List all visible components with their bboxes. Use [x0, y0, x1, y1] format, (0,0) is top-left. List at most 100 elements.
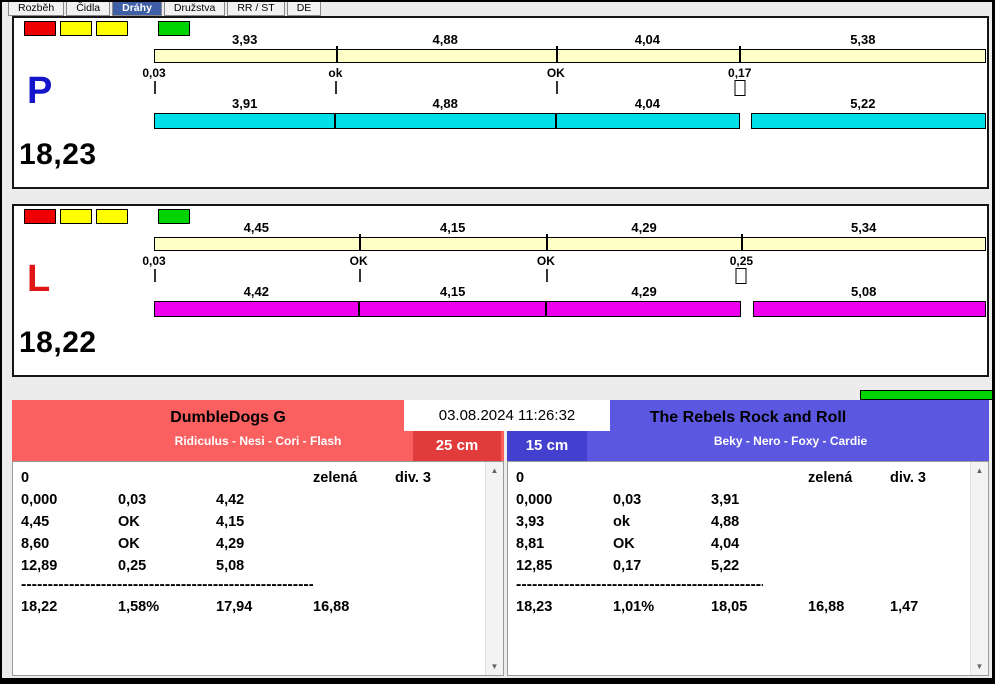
table-row: 8,60 OK 4,29: [21, 533, 483, 555]
split-time: 4,45: [243, 220, 269, 235]
table-cell: 18,22: [21, 599, 58, 615]
table-cell: 4,88: [711, 514, 740, 530]
totals-row: 18,22 1,58% 17,94 16,88: [21, 596, 483, 618]
tab-rr-st[interactable]: RR / ST: [227, 2, 285, 16]
yellow-light-icon: [60, 209, 92, 224]
app-window: Rozběh Čidla Dráhy Družstva RR / ST DE P…: [0, 0, 995, 684]
table-cell: div. 3: [890, 470, 926, 486]
dog-time: 3,91: [232, 96, 258, 111]
split-time: 4,88: [432, 32, 458, 47]
tab-de[interactable]: DE: [286, 2, 322, 16]
scroll-up-icon[interactable]: ▲: [486, 462, 503, 479]
table-cell: 0,03: [613, 492, 642, 508]
vertical-scrollbar[interactable]: ▲ ▼: [485, 462, 503, 675]
table-cell: 0,000: [21, 492, 58, 508]
table-cell: 16,88: [313, 599, 350, 615]
change-label: 0,03: [142, 66, 166, 80]
split-time: 4,04: [634, 32, 661, 47]
lane-letter: L: [27, 258, 51, 300]
red-light-icon: [24, 209, 56, 224]
scroll-down-icon[interactable]: ▼: [486, 658, 503, 675]
table-row: 12,89 0,25 5,08: [21, 555, 483, 577]
change-labels-row: 0,03 ok OK 0,17: [142, 66, 986, 80]
lane-panel-p: P 18,23 3,93 4,88 4,04 5,38 0,03 ok OK 0…: [12, 16, 989, 189]
tab-drahy[interactable]: Dráhy: [112, 2, 162, 16]
divider-line: ----------------------------------------…: [516, 577, 763, 592]
table-cell: 0,17: [613, 558, 642, 574]
table-cell: 0: [21, 470, 30, 486]
table-cell: 0: [516, 470, 525, 486]
split-time: 5,38: [850, 32, 876, 47]
table-row: 0,000 0,03 3,91: [516, 489, 968, 511]
marker-box: [734, 80, 746, 96]
table-cell: [395, 489, 483, 511]
table-cell: div. 3: [395, 470, 431, 486]
dog-time: 5,22: [850, 96, 876, 111]
team-panel-right: The Rebels Rock and Roll Beky - Nero - F…: [507, 400, 989, 676]
yellow-light-icon: [96, 209, 128, 224]
table-cell: [395, 555, 483, 577]
table-cell: [808, 511, 890, 533]
table-row: 0,000 0,03 4,42: [21, 489, 483, 511]
tab-druzstva[interactable]: Družstva: [163, 2, 226, 16]
split-time: 5,34: [851, 220, 877, 235]
results-list[interactable]: 0 zelená div. 3 0,000 0,03 3,91 3,93 ok …: [507, 461, 989, 676]
totals-row: 18,23 1,01% 18,05 16,88 1,47: [516, 596, 968, 618]
scroll-up-icon[interactable]: ▲: [971, 462, 988, 479]
tab-cidla[interactable]: Čidla: [66, 2, 111, 16]
table-cell: OK: [118, 536, 140, 552]
table-cell: 0,000: [516, 492, 553, 508]
table-cell: [890, 533, 968, 555]
tick-mark: [335, 81, 338, 94]
table-cell: 5,22: [711, 558, 740, 574]
split-time: 4,15: [440, 220, 466, 235]
table-row: 12,85 0,17 5,22: [516, 555, 968, 577]
tab-strip: Rozběh Čidla Dráhy Družstva RR / ST DE: [8, 2, 322, 16]
table-cell: 1,58%: [118, 599, 160, 615]
table-cell: [613, 467, 711, 489]
table-cell: [808, 555, 890, 577]
lane-progress-bar: [154, 113, 986, 129]
table-cell: 4,29: [216, 536, 245, 552]
results-list[interactable]: 0 zelená div. 3 0,000 0,03 4,42 4,45 OK …: [12, 461, 504, 676]
table-cell: [313, 555, 395, 577]
race-datetime: 03.08.2024 11:26:32: [404, 400, 610, 431]
table-cell: [313, 489, 395, 511]
lane-panel-l: L 18,22 4,45 4,15 4,29 5,34 0,03 OK OK 0…: [12, 204, 989, 377]
change-label: OK: [536, 254, 555, 268]
table-cell: 17,94: [216, 599, 253, 615]
segment-scale-bar: [154, 234, 986, 251]
table-row: 8,81 OK 4,04: [516, 533, 968, 555]
table-cell: [808, 533, 890, 555]
change-label: OK: [546, 66, 565, 80]
table-cell: 4,45: [21, 514, 50, 530]
table-cell: [890, 555, 968, 577]
table-cell: [711, 467, 808, 489]
yellow-light-icon: [60, 21, 92, 36]
lane-total-time: 18,23: [19, 138, 97, 171]
timing-bar-area: 4,45 4,15 4,29 5,34 0,03 OK OK 0,25 4,42…: [142, 206, 986, 375]
vertical-scrollbar[interactable]: ▲ ▼: [970, 462, 988, 675]
marker-box: [735, 268, 747, 284]
dog-time: 4,29: [631, 284, 657, 299]
tick-mark: [555, 81, 558, 94]
table-cell: [216, 467, 313, 489]
tick-mark: [154, 81, 156, 94]
table-cell: 0,25: [118, 558, 147, 574]
change-label: ok: [328, 66, 343, 80]
split-time: 3,93: [232, 32, 258, 47]
table-cell: 18,05: [711, 599, 748, 615]
scroll-down-icon[interactable]: ▼: [971, 658, 988, 675]
table-cell: 5,08: [216, 558, 245, 574]
table-cell: [395, 533, 483, 555]
table-cell: [395, 596, 483, 618]
yellow-light-icon: [96, 21, 128, 36]
table-cell: 18,23: [516, 599, 553, 615]
tab-rozbeh[interactable]: Rozběh: [8, 2, 65, 16]
table-cell: 12,89: [21, 558, 58, 574]
table-cell: OK: [613, 536, 635, 552]
split-time: 4,29: [631, 220, 657, 235]
dog-time: 4,42: [243, 284, 269, 299]
change-label: 0,03: [142, 254, 166, 268]
table-cell: 4,42: [216, 492, 245, 508]
